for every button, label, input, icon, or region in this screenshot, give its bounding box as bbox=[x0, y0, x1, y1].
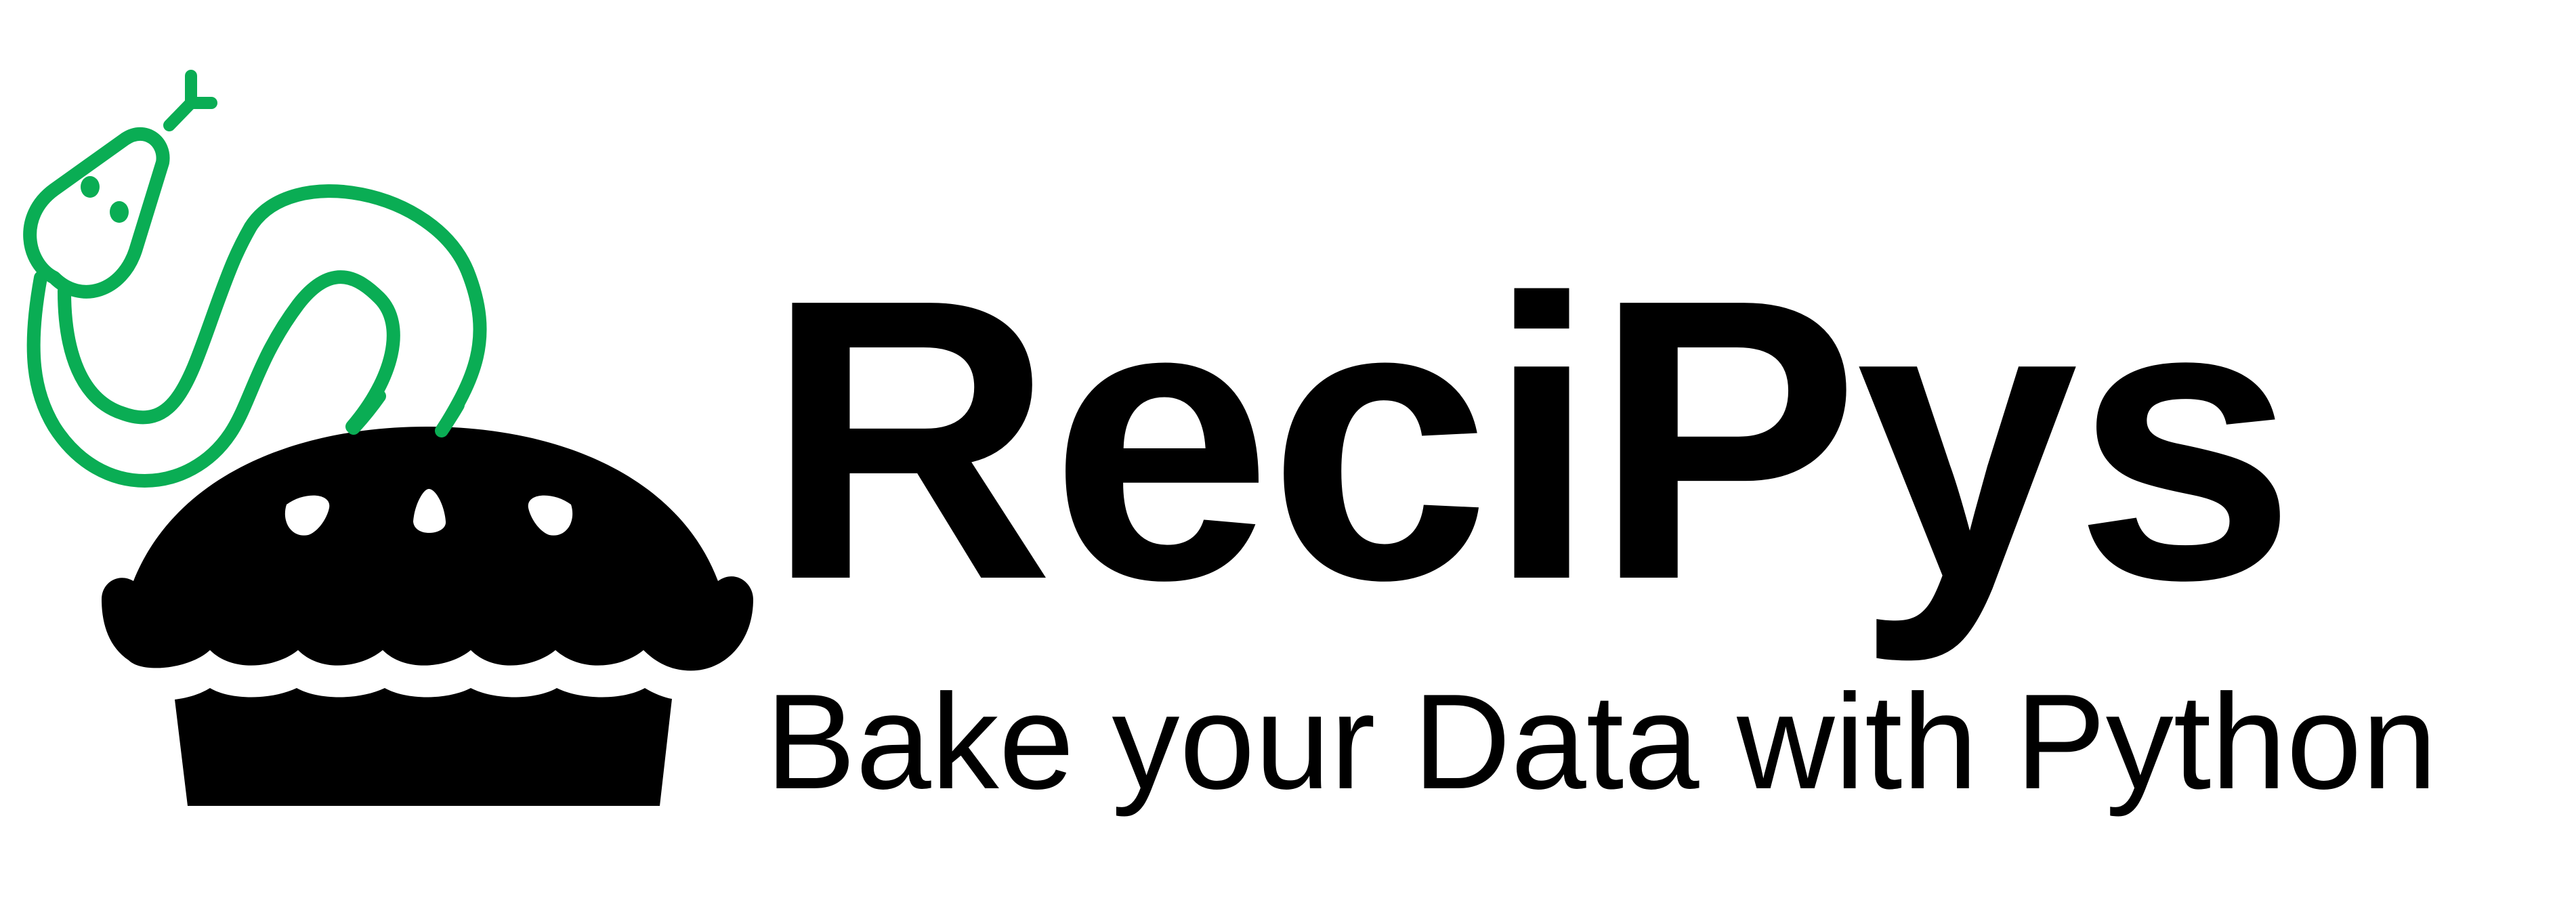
snake-neck-right bbox=[435, 398, 465, 437]
pie-tin bbox=[175, 688, 672, 806]
snake-eye-left bbox=[81, 176, 100, 198]
snake-icon bbox=[23, 70, 487, 488]
recipys-logo bbox=[23, 70, 753, 806]
snake-head bbox=[23, 127, 170, 299]
brand-name: ReciPys bbox=[765, 217, 2296, 663]
snake-tongue bbox=[163, 70, 217, 131]
pie-icon bbox=[102, 427, 753, 806]
snake-body-inner bbox=[58, 184, 487, 440]
snake-eye-right bbox=[110, 201, 129, 223]
snake-eyes bbox=[81, 176, 129, 223]
tagline: Bake your Data with Python bbox=[765, 666, 2437, 817]
